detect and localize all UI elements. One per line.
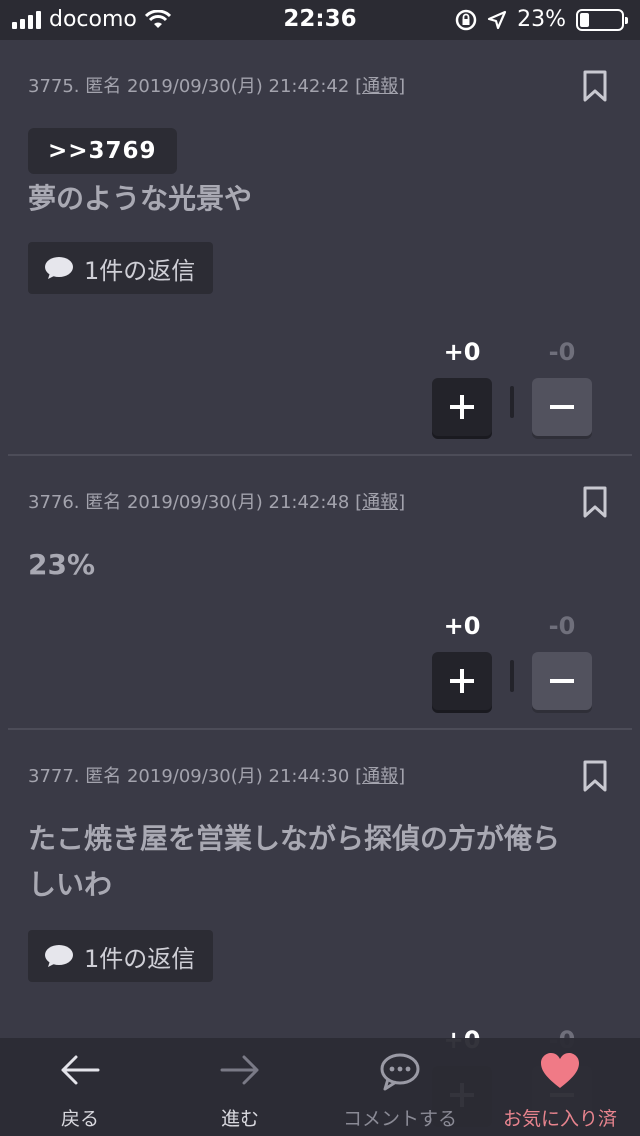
status-bar: docomo 22:36 23% [0, 0, 640, 40]
post-3776: 3776. 匿名 2019/09/30(月) 21:42:48 [通報] 23%… [8, 456, 632, 730]
comment-icon [380, 1053, 420, 1091]
vote-separator [510, 386, 514, 418]
report-link[interactable]: 通報 [362, 492, 398, 513]
post-text-line-2: しいわ [28, 868, 113, 901]
minus-vote: -0 [532, 338, 592, 436]
battery-icon [576, 8, 628, 31]
forward-button[interactable]: 進む [160, 1038, 320, 1136]
forward-label: 進む [220, 1108, 259, 1130]
post-text-line-1: たこ焼き屋を営業しながら探偵の方が俺ら [28, 822, 561, 855]
arrow-left-icon [61, 1055, 100, 1085]
back-button[interactable]: 戻る [0, 1038, 160, 1136]
heart-icon [541, 1053, 579, 1088]
plus-button[interactable] [432, 652, 492, 710]
post-text: 夢のような光景や [28, 182, 253, 215]
report-link[interactable]: 通報 [362, 766, 398, 787]
plus-vote: +0 [432, 612, 492, 710]
replies-button[interactable]: 1件の返信 [28, 930, 214, 982]
favorite-label: お気に入り済 [502, 1108, 617, 1130]
post-text: たこ焼き屋を営業しながら探偵の方が俺ら しいわ [28, 816, 618, 908]
replies-label: 1件の返信 [84, 944, 196, 973]
minus-count: -0 [548, 612, 576, 640]
favorite-button[interactable]: お気に入り済 [480, 1038, 640, 1136]
battery-percent: 23% [517, 7, 566, 32]
quote-anchor[interactable]: >>3769 [28, 128, 177, 174]
back-label: 戻る [60, 1108, 99, 1130]
bookmark-icon[interactable] [582, 486, 608, 518]
plus-icon [450, 669, 474, 693]
arrow-right-icon [220, 1055, 259, 1085]
post-meta: 3777. 匿名 2019/09/30(月) 21:44:30 [通報] [28, 766, 406, 787]
bookmark-icon[interactable] [582, 760, 608, 792]
comment-bubble-icon [45, 945, 73, 967]
post-3775: 3775. 匿名 2019/09/30(月) 21:42:42 [通報] >>3… [8, 40, 632, 456]
plus-button[interactable] [432, 378, 492, 436]
minus-vote: -0 [532, 612, 592, 710]
minus-count: -0 [548, 338, 576, 366]
minus-icon [550, 679, 574, 683]
plus-vote: +0 [432, 338, 492, 436]
report-link[interactable]: 通報 [362, 76, 398, 97]
orientation-lock-icon [455, 9, 477, 30]
comment-label: コメントする [342, 1108, 457, 1130]
minus-button[interactable] [532, 378, 592, 436]
plus-count: +0 [443, 338, 481, 366]
comment-bubble-icon [45, 257, 73, 279]
replies-button[interactable]: 1件の返信 [28, 242, 214, 294]
vote-separator [510, 660, 514, 692]
comment-button[interactable]: コメントする [320, 1038, 480, 1136]
plus-icon [450, 395, 474, 419]
replies-label: 1件の返信 [84, 256, 196, 285]
minus-button[interactable] [532, 652, 592, 710]
location-arrow-icon [487, 10, 507, 29]
minus-icon [550, 405, 574, 409]
bottom-toolbar: 戻る 進む コメントする お気に入り済 [0, 1038, 640, 1136]
post-meta: 3776. 匿名 2019/09/30(月) 21:42:48 [通報] [28, 492, 406, 513]
bookmark-icon[interactable] [582, 70, 608, 102]
plus-count: +0 [443, 612, 481, 640]
post-meta: 3775. 匿名 2019/09/30(月) 21:42:42 [通報] [28, 76, 406, 97]
post-text: 23% [28, 548, 96, 581]
